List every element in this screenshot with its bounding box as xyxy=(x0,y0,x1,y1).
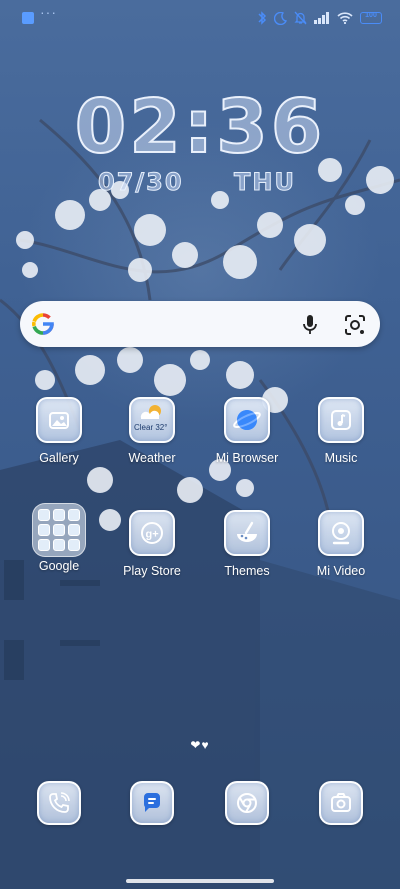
app-label: Music xyxy=(324,451,358,465)
clock-widget[interactable]: 02:36 07/30 THU xyxy=(0,84,400,197)
music-icon xyxy=(318,397,364,443)
gallery-icon xyxy=(36,397,82,443)
silent-icon xyxy=(294,11,307,25)
dock-phone[interactable] xyxy=(14,781,104,825)
battery-level: 100 xyxy=(365,12,377,19)
app-weather[interactable]: Clear 32° Weather xyxy=(107,397,197,465)
app-label: Play Store xyxy=(123,564,181,578)
chrome-icon xyxy=(225,781,269,825)
app-mi-browser[interactable]: Mi Browser xyxy=(202,397,292,465)
clock-date: 07/30 xyxy=(98,168,184,197)
app-label: Mi Video xyxy=(316,564,366,578)
more-notifications-indicator: ··· xyxy=(40,4,57,20)
clock-weekday: THU xyxy=(234,168,296,197)
app-label: Google xyxy=(38,559,80,573)
dock-chrome[interactable] xyxy=(202,781,292,825)
app-music[interactable]: Music xyxy=(296,397,386,465)
app-label: Themes xyxy=(224,564,270,578)
weather-badge: Clear 32° xyxy=(134,423,168,432)
clock-time: 02:36 xyxy=(74,84,326,170)
themes-icon xyxy=(224,510,270,556)
app-google-folder[interactable]: Google xyxy=(14,503,104,573)
mic-icon[interactable] xyxy=(302,314,318,336)
lens-icon[interactable] xyxy=(344,314,366,336)
battery-icon: 100 xyxy=(360,12,382,24)
camera-icon xyxy=(319,781,363,825)
video-icon xyxy=(318,510,364,556)
page-indicator[interactable]: ❤♥ xyxy=(0,738,400,752)
folder-icon xyxy=(32,503,86,557)
status-bar: ··· 100 xyxy=(22,4,382,30)
messages-icon xyxy=(130,781,174,825)
app-notification-icon xyxy=(22,12,34,24)
dock-messages[interactable] xyxy=(107,781,197,825)
app-mi-video[interactable]: Mi Video xyxy=(296,510,386,578)
do-not-disturb-icon xyxy=(274,11,287,25)
app-label: Gallery xyxy=(39,451,79,465)
google-search-bar[interactable] xyxy=(20,301,380,347)
app-label: Weather xyxy=(128,451,176,465)
play-store-icon: g+ xyxy=(129,510,175,556)
weather-icon: Clear 32° xyxy=(129,397,175,443)
bluetooth-icon xyxy=(258,11,267,25)
phone-icon xyxy=(37,781,81,825)
home-gesture-bar[interactable] xyxy=(126,879,274,883)
wifi-icon xyxy=(337,12,353,24)
dock-camera[interactable] xyxy=(296,781,386,825)
svg-text:g+: g+ xyxy=(146,529,159,541)
app-gallery[interactable]: Gallery xyxy=(14,397,104,465)
browser-icon xyxy=(224,397,270,443)
app-label: Mi Browser xyxy=(215,451,279,465)
signal-icon xyxy=(314,12,329,24)
app-play-store[interactable]: g+ Play Store xyxy=(107,510,197,578)
app-themes[interactable]: Themes xyxy=(202,510,292,578)
google-logo-icon xyxy=(31,313,54,335)
